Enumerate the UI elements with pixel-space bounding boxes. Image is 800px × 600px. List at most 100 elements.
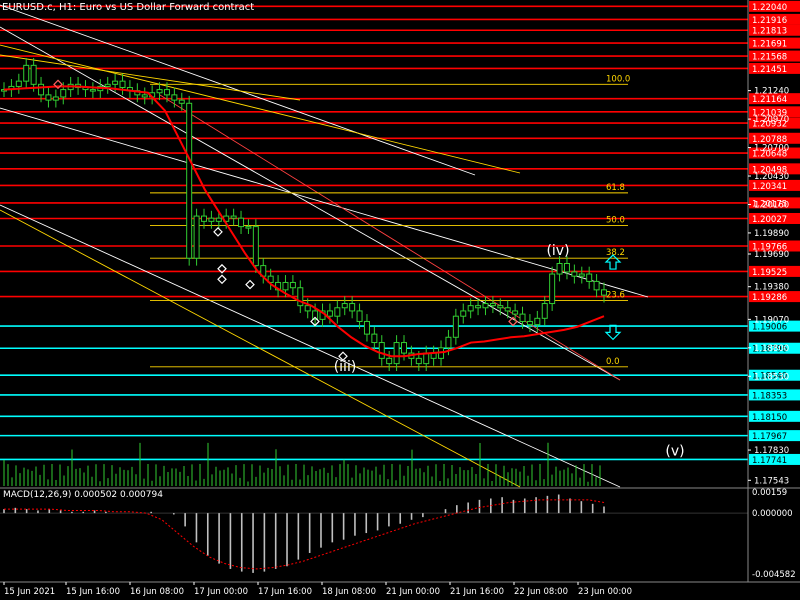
price-tick-label: 1.19690 [754,250,789,260]
candle-body [356,310,363,322]
candle-body [541,303,548,319]
price-tick-label: 1.21240 [754,87,789,97]
candle-body [245,226,252,229]
price-level-label: 1.21916 [752,16,787,26]
time-tick-label: 22 Jun 08:00 [514,587,568,597]
candle-body [334,307,341,317]
candle-body [119,80,126,88]
candle-body [208,217,215,222]
price-level-label: 1.18353 [752,391,787,401]
candle-body [504,307,511,312]
candle-body [445,336,452,349]
candle-body [578,273,585,277]
price-level-label: 1.20027 [752,215,787,225]
candle-body [371,333,378,344]
time-tick-label: 18 Jun 08:00 [322,587,376,597]
time-tick-label: 17 Jun 16:00 [258,587,312,597]
price-level-label: 1.21691 [752,40,787,50]
candle-body [482,303,489,309]
price-level-label: 1.17741 [752,456,787,466]
time-tick-label: 21 Jun 00:00 [386,587,440,597]
candle-body [341,303,348,309]
candle-body [282,281,289,291]
candle-body [556,262,563,275]
price-tick-label: 1.17830 [754,446,789,456]
candle-body [52,96,59,101]
candle-body [141,94,148,98]
candle-body [104,83,111,87]
price-tick-label: 1.20970 [754,115,789,125]
time-tick-label: 15 Jun 16:00 [66,587,120,597]
candle-body [23,64,30,82]
candle-body [489,303,496,307]
time-tick-label: 15 Jun 2021 [4,587,55,597]
price-tick-label: 1.18800 [754,344,789,354]
candle-body [201,215,207,222]
candle-body [230,215,237,219]
candle-body [289,281,296,289]
wave-label: (v) [665,443,684,459]
price-tick-label: 1.19380 [754,283,789,293]
time-tick-label: 21 Jun 16:00 [450,587,504,597]
candle-body [512,310,519,315]
candle-body [363,320,370,335]
time-tick-label: 17 Jun 00:00 [194,587,248,597]
price-level-label: 1.22040 [752,3,787,13]
candle-body [460,310,467,317]
macd-indicator-label: MACD(12,26,9) 0.000502 0.000794 [3,490,163,500]
macd-tick-label: -0.004582 [752,570,796,580]
price-tick-label: 1.18530 [754,372,789,382]
price-tick-label: 1.20700 [754,144,789,154]
price-level-label: 1.17967 [752,432,787,442]
candle-body [378,342,385,359]
candle-body [534,317,541,326]
candle-body [571,271,578,277]
macd-tick-label: 0.00159 [752,488,787,498]
wave-label: (iv) [546,243,569,259]
candle-body [326,310,333,317]
candle-body [423,352,430,365]
candle-body [601,289,607,296]
candle-body [178,99,185,104]
wave-label: (iii) [334,359,357,375]
fib-level-label: 100.0 [606,74,630,84]
candle-body [304,305,311,312]
fib-level-label: 61.8 [606,183,625,193]
price-tick-label: 1.19890 [754,229,789,239]
candle-body [452,315,459,338]
price-level-label: 1.20341 [752,182,787,192]
candle-body [238,217,245,228]
candle-body [526,320,533,326]
candle-body [163,89,170,96]
price-level-label: 1.18150 [752,413,787,423]
fib-level-label: 23.6 [606,290,625,300]
candle-body [549,273,556,305]
candle-body [563,262,570,273]
candle-body [349,303,356,312]
candle-body [415,357,422,365]
fib-level-label: 50.0 [606,216,625,226]
price-level-label: 1.21451 [752,65,787,75]
price-tick-label: 1.20160 [754,200,789,210]
fib-level-label: 0.0 [606,357,620,367]
candle-body [386,357,393,365]
candle-body [38,83,45,96]
candle-body [156,89,163,94]
candle-body [393,342,400,365]
candle-body [186,102,193,259]
candle-body [60,89,67,98]
price-chart[interactable]: 100.061.850.038.223.60.0 (iii)(iv)(v) 0.… [0,0,800,600]
price-tick-label: 1.20430 [754,172,789,182]
candle-body [497,305,504,309]
candle-body [89,89,96,92]
price-level-label: 1.19286 [752,293,787,303]
candle-body [215,217,222,222]
candle-body [30,64,37,85]
candle-body [586,273,593,282]
candle-body [171,94,178,101]
time-tick-label: 16 Jun 08:00 [130,587,184,597]
price-level-label: 1.21568 [752,53,787,63]
candle-body [401,342,407,354]
candle-body [519,313,526,322]
candle-body [45,94,52,101]
